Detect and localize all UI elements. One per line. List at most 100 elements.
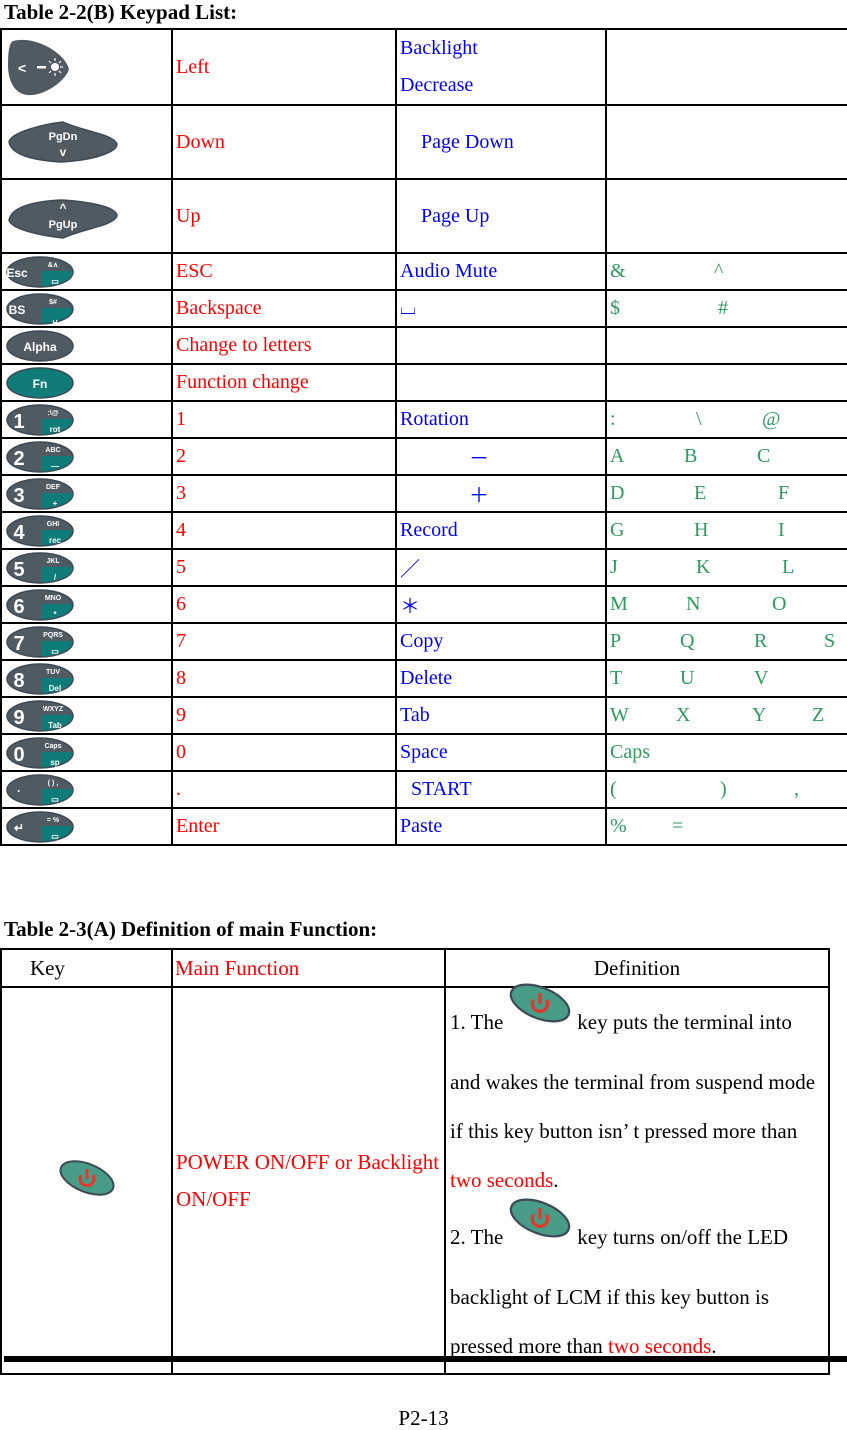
alternate-character: W: [610, 703, 629, 726]
alternate-characters-cell: $ #: [605, 289, 847, 328]
alternate-character: :: [610, 407, 616, 430]
svg-text:1: 1: [13, 411, 24, 433]
table-row: ^ PgUp Up Page Up: [0, 178, 847, 254]
table-row: BS $# ␣ Backspace ⌴ $ #: [0, 289, 847, 328]
header-key: Key: [0, 948, 173, 988]
svg-text:PgDn: PgDn: [49, 131, 78, 143]
key-dot-icon: · ( ) , ▭: [5, 773, 170, 806]
alternate-character: U: [680, 666, 695, 689]
key-1-icon: 1 :\@ rot: [5, 403, 170, 436]
primary-function-cell: 3: [171, 474, 397, 513]
svg-text:▭: ▭: [51, 277, 59, 286]
alternate-characters-cell: (),: [605, 770, 847, 809]
primary-function-cell: 0: [171, 733, 397, 772]
alternate-character: Y: [752, 703, 767, 726]
table-row: · ( ) , ▭ . START(),: [0, 770, 847, 809]
table-row: 4 GHI rec 4 Record G H I: [0, 511, 847, 550]
alternate-character: %: [610, 814, 627, 837]
alternate-character: S: [824, 629, 836, 652]
key-cell: 3 DEF +: [0, 474, 173, 513]
alternate-characters-cell: P Q R S: [605, 622, 847, 661]
primary-function-cell: ESC: [171, 252, 397, 291]
key-3-icon: 3 DEF +: [5, 477, 170, 510]
key-0-icon: 0 Caps sp: [5, 736, 170, 769]
definition-cell: 1. The key puts the terminal into and wa…: [444, 983, 830, 1375]
key-cell: [0, 986, 173, 1375]
alternate-character: K: [696, 555, 711, 578]
primary-function-cell: Enter: [171, 807, 397, 846]
primary-function-cell: 2: [171, 437, 397, 476]
key-4-icon: 4 GHI rec: [5, 514, 170, 547]
key-cell: Alpha: [0, 326, 173, 365]
alternate-character: O: [772, 592, 787, 615]
table-row: 6 MNO * 6 ＊ M N O: [0, 585, 847, 624]
alternate-character: G: [610, 518, 625, 541]
primary-function-cell: Down: [171, 104, 397, 180]
table-row: 7 PQRS ▭ 7 Copy P Q R S: [0, 622, 847, 661]
key-2-icon: 2 ABC —: [5, 440, 170, 473]
svg-text:5: 5: [13, 559, 24, 581]
definition-text: 2. The: [450, 1224, 504, 1249]
svg-text:+: +: [53, 499, 58, 508]
svg-text:␣: ␣: [52, 314, 57, 323]
svg-text:= %: = %: [47, 817, 60, 824]
primary-function-cell: Left: [171, 28, 397, 106]
alternate-characters-cell: T U V: [605, 659, 847, 698]
svg-text:8: 8: [13, 670, 24, 692]
main-function-cell: POWER ON/OFF or Backlight ON/OFF: [171, 986, 446, 1375]
alternate-character: D: [610, 481, 625, 504]
svg-text:Del: Del: [49, 684, 61, 693]
alternate-character: ^: [714, 259, 724, 282]
primary-function-cell: 9: [171, 696, 397, 735]
svg-text:Alpha: Alpha: [23, 340, 57, 354]
header-main-function: Main Function: [171, 948, 446, 988]
svg-text:3: 3: [13, 485, 24, 507]
alternate-character: E: [694, 481, 707, 504]
key-cell: 7 PQRS ▭: [0, 622, 173, 661]
definition-paragraph-1: 1. The key puts the terminal into and wa…: [450, 983, 824, 1205]
key-cell: 5 JKL /: [0, 548, 173, 587]
svg-text:▭: ▭: [51, 795, 59, 804]
pgdn-key-icon: PgDn v: [5, 107, 170, 177]
svg-text:&∧: &∧: [48, 262, 58, 269]
svg-text:0: 0: [13, 744, 24, 766]
key-6-icon: 6 MNO *: [5, 588, 170, 621]
alternate-characters-cell: A B C: [605, 437, 847, 476]
table-row: 3 DEF + 3 ＋ D E F: [0, 474, 847, 513]
alternate-characters-cell: J K L: [605, 548, 847, 587]
alternate-character: (: [610, 777, 617, 800]
svg-text:Esc: Esc: [6, 266, 28, 280]
svg-text:2: 2: [13, 448, 24, 470]
key-enter-icon: ↵ = % ▭: [5, 810, 170, 843]
alternate-character: M: [610, 592, 628, 615]
svg-text:·: ·: [17, 784, 21, 798]
alternate-character: V: [754, 666, 769, 689]
secondary-function-cell: Copy: [395, 622, 607, 661]
svg-text:PgUp: PgUp: [49, 219, 78, 231]
secondary-function-cell: Rotation: [395, 400, 607, 439]
key-7-icon: 7 PQRS ▭: [5, 625, 170, 658]
table-row: < Left Backlight Decrease: [0, 28, 847, 106]
svg-text:WXYZ: WXYZ: [43, 706, 64, 713]
secondary-function-cell: －: [395, 437, 607, 476]
alternate-character: B: [684, 444, 698, 467]
page-number: P2-13: [398, 1406, 449, 1430]
key-cell: 4 GHI rec: [0, 511, 173, 550]
key-cell: 6 MNO *: [0, 585, 173, 624]
alternate-character: A: [610, 444, 625, 467]
primary-function-cell: 1: [171, 400, 397, 439]
table-row: 2 ABC — 2 － A B C: [0, 437, 847, 476]
alternate-characters-cell: [605, 178, 847, 254]
primary-function-cell: 7: [171, 622, 397, 661]
alternate-character: F: [778, 481, 790, 504]
key-cell: BS $# ␣: [0, 289, 173, 328]
alternate-character: $: [610, 296, 620, 319]
table-row: 9 WXYZ Tab 9 Tab W X Y Z: [0, 696, 847, 735]
svg-text:MNO: MNO: [45, 595, 62, 602]
primary-function-cell: 4: [171, 511, 397, 550]
secondary-function-cell: Backlight Decrease: [395, 28, 607, 106]
svg-text:PQRS: PQRS: [43, 632, 63, 639]
definition-text: key puts the terminal into and wakes the…: [450, 1009, 816, 1143]
secondary-function-cell: ／: [395, 548, 607, 587]
alternate-character: R: [754, 629, 768, 652]
